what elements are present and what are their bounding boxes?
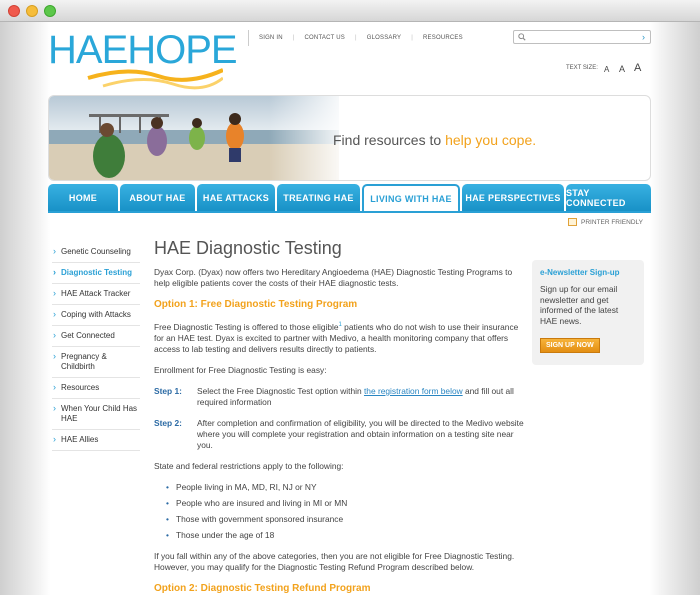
tab-about-hae[interactable]: ABOUT HAE	[120, 184, 195, 212]
list-item: People living in MA, MD, RI, NJ or NY	[166, 482, 528, 493]
text-size-medium-button[interactable]: A	[619, 64, 625, 74]
tab-hae-attacks[interactable]: HAE ATTACKS	[197, 184, 275, 212]
sidebar-item-resources[interactable]: Resources	[52, 378, 140, 399]
tagline-prefix: Find resources to	[333, 132, 446, 148]
main-content: HAE Diagnostic Testing Dyax Corp. (Dyax)…	[154, 238, 528, 595]
option1-paragraph: Free Diagnostic Testing is offered to th…	[154, 320, 528, 355]
search-box: ›	[513, 30, 651, 49]
enewsletter-box: e-Newsletter Sign-up Sign up for our ema…	[532, 260, 644, 365]
text-size-label: TEXT SIZE:	[566, 65, 598, 71]
tab-living-with-hae[interactable]: LIVING WITH HAE	[362, 184, 460, 212]
restrictions-list: People living in MA, MD, RI, NJ or NY Pe…	[166, 482, 528, 541]
ineligible-paragraph: If you fall within any of the above cate…	[154, 550, 515, 572]
tab-hae-perspectives[interactable]: HAE PERSPECTIVES	[462, 184, 564, 212]
close-window-button[interactable]	[8, 5, 20, 17]
enroll-paragraph: Enrollment for Free Diagnostic Testing i…	[154, 364, 327, 375]
registration-form-link[interactable]: the registration form below	[364, 386, 463, 396]
util-contact-us-link[interactable]: CONTACT US	[305, 35, 345, 41]
step-1: Step 1: Select the Free Diagnostic Test …	[154, 386, 528, 408]
option1-heading: Option 1: Free Diagnostic Testing Progra…	[154, 299, 358, 310]
search-go-icon[interactable]: ›	[642, 31, 645, 43]
intro-paragraph: Dyax Corp. (Dyax) now offers two Heredit…	[154, 267, 513, 288]
tagline-highlight: help you cope.	[445, 132, 537, 148]
enewsletter-description: Sign up for our email newsletter and get…	[540, 284, 619, 326]
step-1-label: Step 1:	[154, 385, 182, 396]
tab-stay-connected[interactable]: STAY CONNECTED	[566, 184, 651, 212]
printer-friendly-label: PRINTER FRIENDLY	[581, 218, 643, 226]
step-2-text: After completion and confirmation of eli…	[197, 417, 524, 450]
sidebar-item-coping-with-attacks[interactable]: Coping with Attacks	[52, 305, 140, 326]
list-item: People who are insured and living in MI …	[166, 498, 528, 509]
minimize-window-button[interactable]	[26, 5, 38, 17]
util-divider: |	[292, 35, 295, 41]
site-logo[interactable]: HAEHOPE	[48, 28, 238, 98]
util-sign-in-link[interactable]: SIGN IN	[259, 35, 283, 41]
printer-friendly-link[interactable]: PRINTER FRIENDLY	[568, 218, 643, 226]
util-divider: |	[354, 35, 357, 41]
tab-treating-hae[interactable]: TREATING HAE	[277, 184, 360, 212]
search-icon	[518, 33, 526, 41]
logo-wave-icon	[87, 68, 223, 90]
hero-tagline: Find resources to help you cope.	[333, 132, 536, 148]
hero-banner: Find resources to help you cope.	[48, 95, 651, 181]
zoom-window-button[interactable]	[44, 5, 56, 17]
sidebar-item-hae-allies[interactable]: HAE Allies	[52, 430, 140, 451]
sign-up-now-button[interactable]: SIGN UP NOW	[540, 338, 600, 353]
step-2: Step 2: After completion and confirmatio…	[154, 418, 528, 451]
main-nav: HOME ABOUT HAE HAE ATTACKS TREATING HAE …	[48, 184, 651, 212]
page-title: HAE Diagnostic Testing	[154, 238, 342, 258]
util-resources-link[interactable]: RESOURCES	[423, 35, 463, 41]
sidebar-nav: Genetic Counseling Diagnostic Testing HA…	[52, 242, 140, 451]
nav-underline	[48, 211, 651, 213]
sidebar-item-when-your-child-has-hae[interactable]: When Your Child Has HAE	[52, 399, 140, 430]
util-glossary-link[interactable]: GLOSSARY	[367, 35, 402, 41]
step-1-text-a: Select the Free Diagnostic Test option w…	[197, 385, 364, 396]
restrictions-paragraph: State and federal restrictions apply to …	[154, 460, 344, 471]
step-1-text: Select the Free Diagnostic Test option w…	[197, 386, 528, 408]
web-page: HAEHOPE SIGN IN | CONTACT US | GLOSSARY …	[0, 22, 700, 595]
sidebar-item-pregnancy-childbirth[interactable]: Pregnancy & Childbirth	[52, 347, 140, 378]
enewsletter-title: e-Newsletter Sign-up	[540, 268, 620, 277]
option1-text-a: Free Diagnostic Testing is offered to th…	[154, 321, 339, 332]
sidebar-item-genetic-counseling[interactable]: Genetic Counseling	[52, 242, 140, 263]
search-input[interactable]	[530, 36, 640, 49]
printer-icon	[568, 218, 577, 226]
sidebar-item-get-connected[interactable]: Get Connected	[52, 326, 140, 347]
utility-nav: SIGN IN | CONTACT US | GLOSSARY | RESOUR…	[248, 30, 503, 46]
sidebar-item-hae-attack-tracker[interactable]: HAE Attack Tracker	[52, 284, 140, 305]
browser-titlebar	[0, 0, 700, 22]
list-item: Those under the age of 18	[166, 530, 528, 541]
text-size-large-button[interactable]: A	[634, 62, 641, 74]
tab-home[interactable]: HOME	[48, 184, 118, 212]
step-2-label: Step 2:	[154, 417, 182, 428]
list-item: Those with government sponsored insuranc…	[166, 514, 528, 525]
util-divider: |	[411, 35, 414, 41]
option2-heading: Option 2: Diagnostic Testing Refund Prog…	[154, 582, 371, 594]
text-size-small-button[interactable]: A	[604, 65, 609, 74]
sidebar-item-diagnostic-testing[interactable]: Diagnostic Testing	[52, 263, 140, 284]
